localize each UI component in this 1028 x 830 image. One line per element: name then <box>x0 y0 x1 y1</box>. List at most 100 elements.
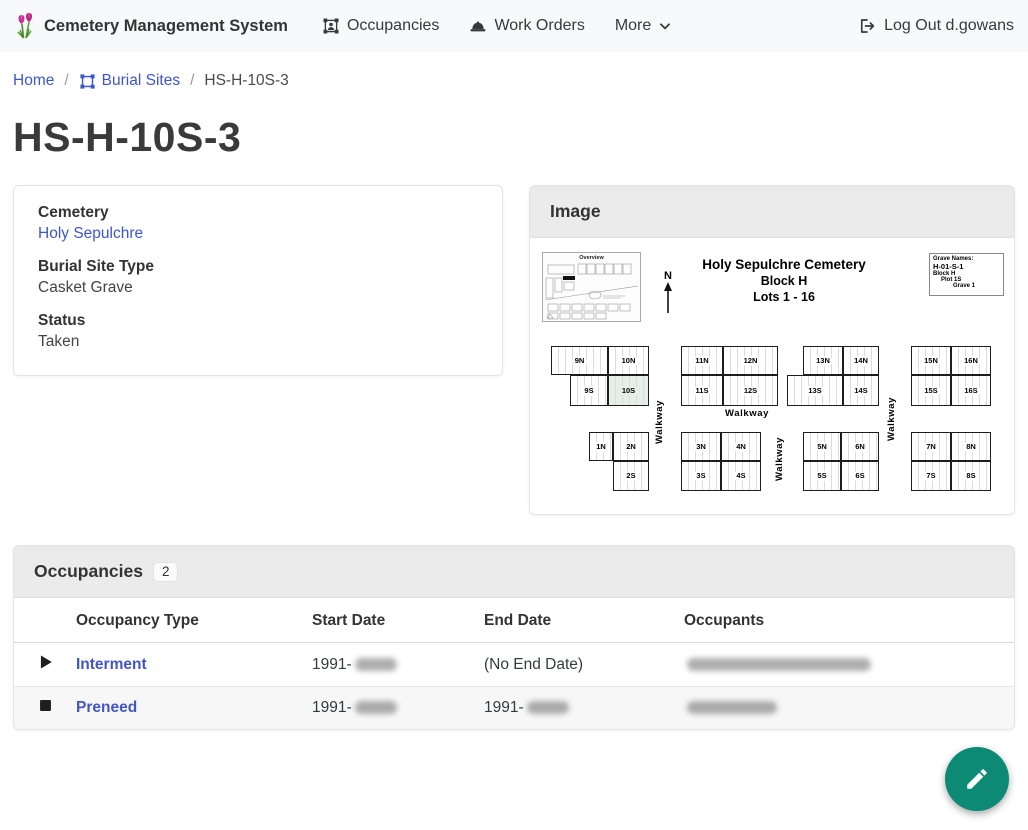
lot-cell: 2S <box>613 461 649 491</box>
chevron-down-icon <box>658 19 672 33</box>
occupancies-title: Occupancies <box>34 561 143 582</box>
play-icon <box>38 654 54 670</box>
lot-label: 9S <box>581 386 596 396</box>
page-title: HS-H-10S-3 <box>0 90 1028 161</box>
field-label: Status <box>38 312 478 330</box>
field-value: Casket Grave <box>38 279 478 297</box>
lot-label: 15N <box>921 356 941 366</box>
walkway-label: Walkway <box>886 378 897 460</box>
lot-label: 6S <box>852 471 867 481</box>
occupancy-frame-icon <box>322 17 340 35</box>
lot-label: 9N <box>572 356 588 366</box>
lot-cell: 12S <box>723 375 778 406</box>
table-row-preneed: Preneed 1991- 1991- <box>14 687 1014 730</box>
breadcrumb: Home / Burial Sites / HS-H-10S-3 <box>0 52 1028 90</box>
brand-title: Cemetery Management System <box>44 17 288 36</box>
lot-cell: 16N <box>951 346 991 375</box>
lot-label: 4S <box>733 471 748 481</box>
start-date-cell: 1991- <box>312 643 484 687</box>
grave-names-legend: Grave Names: H-01-S-1 Block H Plot 1S Gr… <box>929 253 1004 296</box>
overview-inset-map: Overview <box>542 252 641 322</box>
lot-label: 3N <box>693 442 709 452</box>
lot-label: 10N <box>619 356 639 366</box>
image-card-body: Overview <box>530 238 1014 514</box>
lot-cell: 15N <box>911 346 951 375</box>
lot-label: 12S <box>741 386 760 396</box>
interment-link[interactable]: Interment <box>76 656 147 673</box>
column-header-end: End Date <box>484 598 684 643</box>
lot-label: 2S <box>623 471 638 481</box>
map-title: Holy Sepulchre Cemetery Block H Lots 1 -… <box>674 257 894 304</box>
lot-cell: 6N <box>841 432 879 461</box>
lot-cell: 16S <box>951 375 991 406</box>
burial-sites-icon <box>79 73 96 90</box>
lot-label: 12N <box>741 356 761 366</box>
column-header-icon <box>14 598 76 643</box>
breadcrumb-current: HS-H-10S-3 <box>204 72 288 90</box>
nav-item-work-orders[interactable]: Work Orders <box>469 17 584 35</box>
redacted-text <box>355 658 397 671</box>
lot-cell: 11N <box>681 346 723 375</box>
redacted-text <box>687 658 871 671</box>
breadcrumb-label: Burial Sites <box>102 72 180 90</box>
map-title-line: Holy Sepulchre Cemetery <box>674 257 894 272</box>
plot-map-image: Overview <box>541 246 1005 500</box>
lot-label: 16N <box>961 356 981 366</box>
lot-cell: 10S <box>608 375 649 406</box>
breadcrumb-burial-sites-link[interactable]: Burial Sites <box>79 72 180 90</box>
occupancies-header: Occupancies 2 <box>14 546 1014 598</box>
row-type-icon-cell <box>14 643 76 687</box>
lot-cell: 14S <box>843 375 879 406</box>
overview-map-sketch <box>543 262 640 322</box>
logout-button[interactable]: Log Out d.gowans <box>858 17 1014 35</box>
cemetery-link[interactable]: Holy Sepulchre <box>38 225 143 242</box>
date-prefix: 1991- <box>312 699 352 716</box>
lot-cell: 7S <box>911 461 951 491</box>
tulip-bouquet-logo-icon <box>14 12 36 40</box>
navbar: Cemetery Management System Occupancies <box>0 0 1028 52</box>
redacted-text <box>527 701 569 714</box>
lot-label: 15S <box>921 386 940 396</box>
occupancy-type-cell: Preneed <box>76 687 312 730</box>
walkway-label: Walkway <box>701 408 793 419</box>
legend-line: Grave 1 <box>933 283 1000 289</box>
field-status: Status Taken <box>38 312 478 351</box>
breadcrumb-home-link[interactable]: Home <box>13 72 54 90</box>
nav-item-more[interactable]: More <box>615 17 672 35</box>
lot-label: 11N <box>692 356 711 366</box>
map-title-line: Lots 1 - 16 <box>674 290 894 304</box>
lot-label: 3S <box>693 471 708 481</box>
occupancy-type-cell: Interment <box>76 643 312 687</box>
lot-label: 6N <box>852 442 868 452</box>
edit-fab-button[interactable] <box>945 747 1009 811</box>
lot-label: 13S <box>805 386 824 396</box>
lot-cell: 12N <box>723 346 778 375</box>
row-type-icon-cell <box>14 687 76 730</box>
brand[interactable]: Cemetery Management System <box>14 12 288 40</box>
cards-row: Cemetery Holy Sepulchre Burial Site Type… <box>0 185 1028 515</box>
occupancies-count-badge: 2 <box>154 563 178 581</box>
end-date-cell: (No End Date) <box>484 643 684 687</box>
lot-label: 16S <box>961 386 980 396</box>
redacted-text <box>355 701 397 714</box>
occupancies-card: Occupancies 2 Occupancy Type Start Date … <box>13 545 1015 730</box>
legend-line: H-01-S-1 <box>933 262 1000 271</box>
nav-item-occupancies[interactable]: Occupancies <box>322 17 440 35</box>
occupants-cell <box>684 643 1014 687</box>
stop-icon <box>38 698 53 713</box>
lot-label: 8N <box>963 442 979 452</box>
end-date-value: (No End Date) <box>484 656 583 673</box>
preneed-link[interactable]: Preneed <box>76 699 137 716</box>
nav-item-label: Occupancies <box>347 17 440 35</box>
breadcrumb-separator: / <box>64 72 68 90</box>
overview-label: Overview <box>543 255 640 261</box>
lot-label: 11S <box>693 386 712 396</box>
image-card-header: Image <box>530 186 1014 238</box>
lot-label: 7N <box>923 442 939 452</box>
table-header-row: Occupancy Type Start Date End Date Occup… <box>14 598 1014 643</box>
breadcrumb-separator: / <box>190 72 194 90</box>
field-value: Taken <box>38 333 478 351</box>
lot-label: 7S <box>923 471 938 481</box>
nav-item-label: More <box>615 17 651 35</box>
lot-label: 8S <box>963 471 978 481</box>
